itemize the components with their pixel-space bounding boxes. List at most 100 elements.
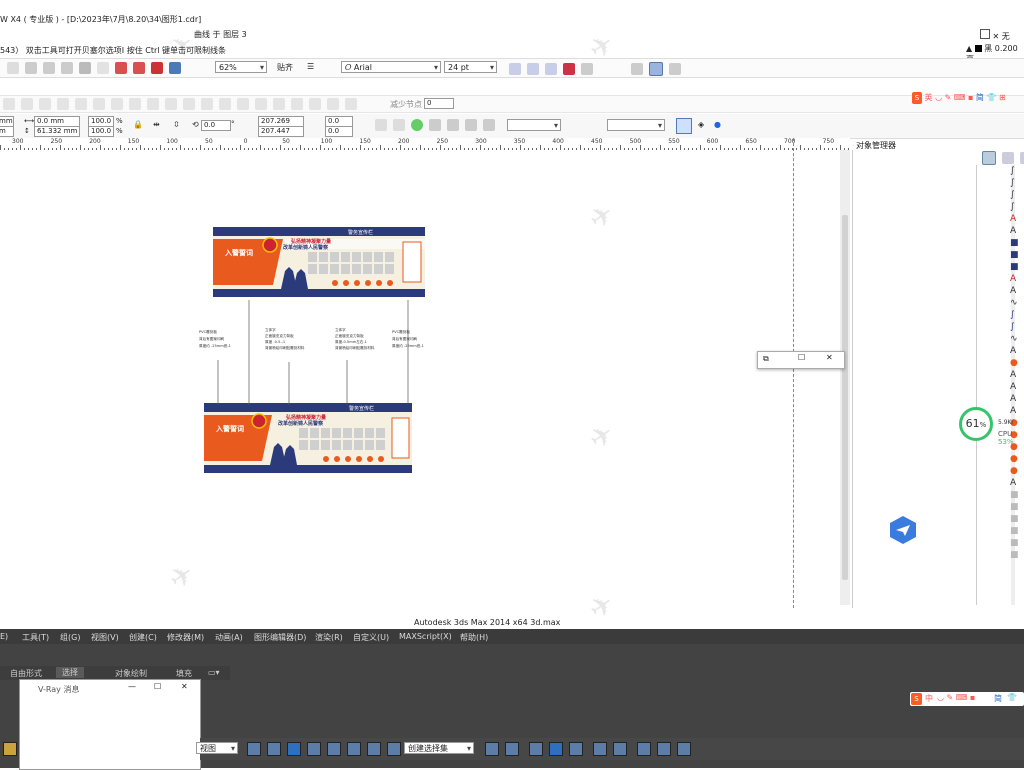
copy-icon[interactable] (43, 62, 55, 74)
drawing-canvas[interactable]: 警务宣传栏 入警誓词 弘扬精神凝聚力量 改革创新铸人民警察 警务宣传栏 入警誓词 (0, 150, 840, 605)
close-icon[interactable]: ✕ (826, 353, 833, 362)
object-list[interactable] (976, 165, 1015, 605)
bold-icon[interactable] (509, 63, 521, 75)
menu-tools[interactable]: 工具(T) (22, 632, 49, 643)
columns-icon[interactable] (669, 63, 681, 75)
scale-y-field[interactable]: 100.0 (88, 126, 114, 137)
vray-close-icon[interactable]: ✕ (181, 682, 188, 691)
view-select[interactable]: 视图 (196, 742, 238, 755)
edit-named-icon[interactable] (387, 742, 401, 756)
text-props-icon[interactable] (563, 63, 575, 75)
paste-icon[interactable] (61, 62, 73, 74)
edit-text-icon[interactable] (581, 63, 593, 75)
shape-2-icon[interactable] (447, 119, 459, 131)
align-icon[interactable] (505, 742, 519, 756)
node-tool-20-icon[interactable] (345, 98, 357, 110)
snap-button[interactable]: 贴齐 (277, 62, 293, 73)
vray-minimize-icon[interactable]: — (128, 682, 136, 691)
node-tool-8-icon[interactable] (129, 98, 141, 110)
shape-3-icon[interactable] (465, 119, 477, 131)
y-pos-field[interactable]: m (0, 126, 14, 137)
layer-view-icon[interactable] (982, 151, 996, 165)
node-tool-4-icon[interactable] (57, 98, 69, 110)
node-tool-15-icon[interactable] (255, 98, 267, 110)
node-tool-14-icon[interactable] (237, 98, 249, 110)
font-size-select[interactable]: 24 pt (444, 61, 497, 74)
hand-tool-icon[interactable] (676, 118, 692, 134)
scene-explorer-icon[interactable] (549, 742, 563, 756)
import-icon[interactable] (115, 62, 127, 74)
teapot-icon[interactable] (677, 742, 691, 756)
shape-1-icon[interactable] (429, 119, 441, 131)
material-editor-icon[interactable] (613, 742, 627, 756)
assistant-bird-icon[interactable] (888, 515, 918, 545)
reduce-nodes-input[interactable]: 0 (424, 98, 454, 109)
undo-icon[interactable] (79, 62, 91, 74)
maximize-icon[interactable]: ☐ (798, 353, 805, 362)
percent-snap-icon[interactable] (347, 742, 361, 756)
schematic-icon[interactable] (593, 742, 607, 756)
menu-views[interactable]: 视图(V) (91, 632, 119, 643)
scrollbar-thumb[interactable] (842, 215, 848, 580)
layer-manager-icon[interactable] (1020, 152, 1024, 164)
select-tool-icon[interactable] (375, 119, 387, 131)
underline-icon[interactable] (545, 63, 557, 75)
mirror-h-icon[interactable]: ⇹ (153, 120, 160, 129)
layer-manager-icon-max[interactable] (529, 742, 543, 756)
menu-rendering[interactable]: 渲染(R) (315, 632, 343, 643)
export-icon[interactable] (133, 62, 145, 74)
trace-icon[interactable] (483, 119, 495, 131)
max-select-icon[interactable] (3, 742, 17, 756)
menu-help[interactable]: 帮助(H) (460, 632, 488, 643)
ime-toolbar-top[interactable]: S 英 ◡ ✎ ⌨ ▪ 简 👕 ⊞ (912, 92, 1006, 104)
tab-object-paint[interactable]: 对象绘制 (115, 668, 147, 679)
node-tool-1-icon[interactable] (3, 98, 15, 110)
align-left-icon[interactable] (631, 63, 643, 75)
snap-toggle-icon[interactable] (287, 742, 301, 756)
tab-freeform[interactable]: 自由形式 (10, 668, 42, 679)
options-icon[interactable]: ☰ (307, 62, 314, 71)
vray-maximize-icon[interactable]: ☐ (154, 682, 161, 691)
node-tool-17-icon[interactable] (291, 98, 303, 110)
font-select[interactable]: 𝑂 Arial (341, 61, 441, 74)
node-tool-6-icon[interactable] (93, 98, 105, 110)
ime-toolbar-bottom[interactable]: S 中 ◡ ✎ ⌨ ▪ 简 👕 (910, 692, 1024, 706)
angle-snap-icon[interactable] (327, 742, 341, 756)
cut-icon[interactable] (25, 62, 37, 74)
curve-editor-icon[interactable] (569, 742, 583, 756)
offset-y-field[interactable]: 0.0 (325, 126, 353, 137)
rotation-field[interactable]: 0.0 (201, 120, 231, 131)
menu-group[interactable]: 组(G) (60, 632, 80, 643)
node-tool-2-icon[interactable] (21, 98, 33, 110)
tab-selection[interactable]: 选择 (56, 667, 84, 678)
node-tool-9-icon[interactable] (147, 98, 159, 110)
weld-icon[interactable]: ● (714, 120, 721, 129)
print-icon[interactable] (7, 62, 19, 74)
node-tool-12-icon[interactable] (201, 98, 213, 110)
list-view-icon[interactable] (649, 62, 663, 76)
menu-modifiers[interactable]: 修改器(M) (167, 632, 204, 643)
node-tool-16-icon[interactable] (273, 98, 285, 110)
outline-select[interactable] (607, 119, 665, 132)
render-icon[interactable] (657, 742, 671, 756)
zoom-select[interactable]: 62% (215, 61, 267, 74)
selection-set-select[interactable]: 创建选择集 (404, 742, 474, 755)
redo-icon[interactable] (97, 62, 109, 74)
node-tool-7-icon[interactable] (111, 98, 123, 110)
menu-graph-editors[interactable]: 图形编辑器(D) (254, 632, 306, 643)
style-select[interactable] (507, 119, 561, 132)
render-setup-icon[interactable] (637, 742, 651, 756)
cpu-gauge[interactable]: 61% (959, 407, 993, 441)
node-tool-5-icon[interactable] (75, 98, 87, 110)
layer-props-icon[interactable] (1002, 152, 1014, 164)
node-tool-10-icon[interactable] (165, 98, 177, 110)
move-icon[interactable] (267, 742, 281, 756)
node-tool-19-icon[interactable] (327, 98, 339, 110)
restore-icon[interactable]: ⧉ (763, 354, 769, 364)
mirror-icon[interactable] (485, 742, 499, 756)
tab-populate[interactable]: 填充 (176, 668, 192, 679)
cursor-icon[interactable] (393, 119, 405, 131)
snap-25-icon[interactable] (307, 742, 321, 756)
menu-maxscript[interactable]: MAXScript(X) (399, 632, 452, 641)
height-field[interactable]: 61.332 mm (34, 126, 80, 137)
